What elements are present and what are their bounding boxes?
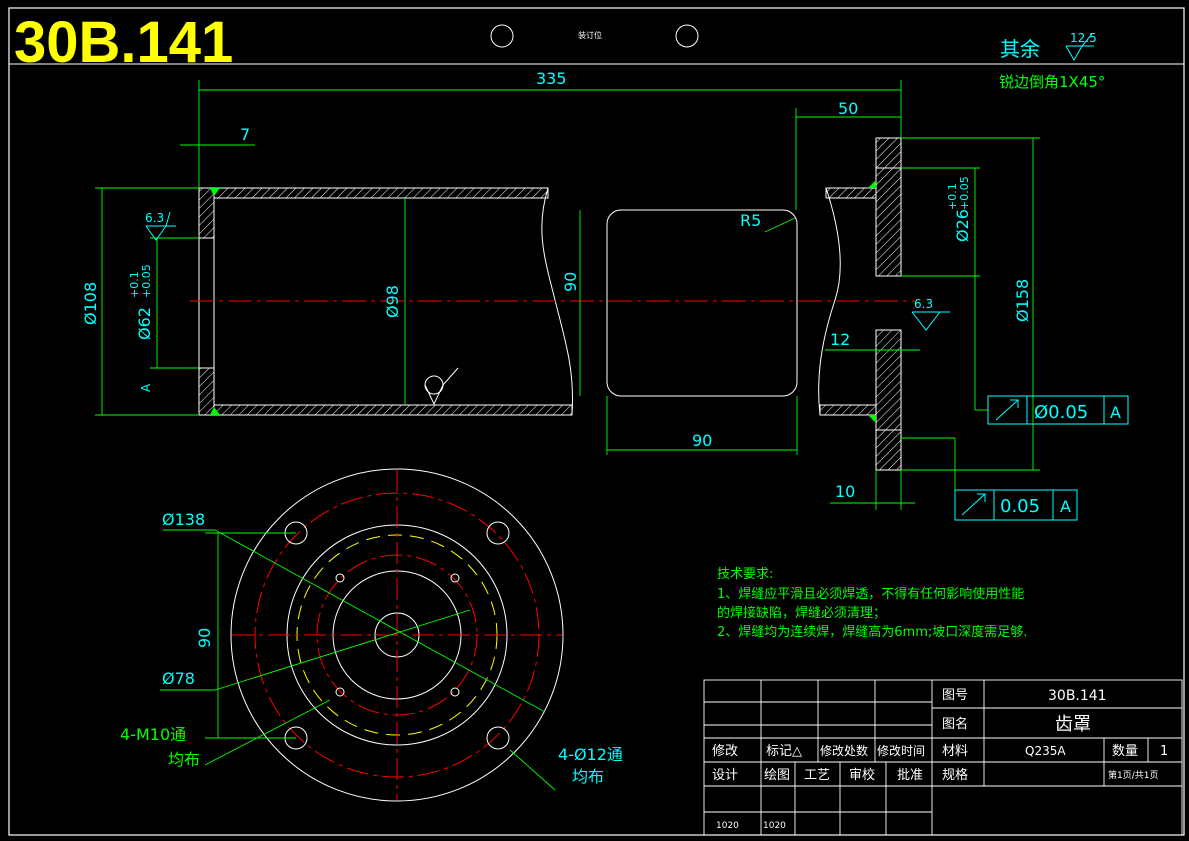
tb-sign-header-4: 审校 bbox=[849, 767, 875, 783]
tb-sign-header-3: 工艺 bbox=[804, 768, 830, 783]
tolerance-datum-2: A bbox=[1060, 497, 1071, 516]
chamfer-note: 锐边倒角1X45° bbox=[999, 73, 1105, 91]
tb-name-value: 齿罩 bbox=[1055, 714, 1091, 735]
tb-rev-header-1: 修改 bbox=[712, 744, 738, 759]
plan-dimensions bbox=[160, 529, 556, 791]
tb-drawing-no-label: 图号 bbox=[942, 688, 968, 703]
tb-rev-header-2: 标记△ bbox=[766, 744, 802, 759]
tb-qty-label: 数量 bbox=[1112, 744, 1138, 759]
roughness-right-value: 6.3 bbox=[914, 297, 933, 311]
plan-view bbox=[230, 468, 564, 802]
dim-flange-bore: Ø26 bbox=[953, 209, 972, 242]
roughness-left-value: 6.3 bbox=[145, 211, 164, 225]
tb-page-info: 第1页/共1页 bbox=[1108, 769, 1159, 781]
datum-a-mark: A bbox=[139, 383, 153, 392]
section-view bbox=[190, 137, 915, 471]
tapped-holes-note-2: 均布 bbox=[168, 750, 200, 769]
dim-window-height: 90 bbox=[561, 272, 580, 292]
runout-arrow-icon-2 bbox=[961, 493, 986, 516]
tech-requirements-line-1: 1、焊缝应平滑且必须焊透，不得有任何影响使用性能 bbox=[717, 586, 1024, 602]
tolerance-value-2: 0.05 bbox=[1000, 496, 1040, 517]
surface-finish-other-value: 12.5 bbox=[1070, 31, 1097, 45]
tb-drawing-no-value: 30B.141 bbox=[1048, 688, 1107, 704]
binding-hole-right bbox=[675, 24, 699, 48]
binding-label: 装订位 bbox=[578, 30, 602, 40]
tolerance-datum-1: A bbox=[1110, 403, 1121, 422]
roughness-right-icon bbox=[911, 311, 950, 331]
tb-sign-header-5: 批准 bbox=[897, 768, 923, 783]
tolerance-value-1: Ø0.05 bbox=[1034, 402, 1088, 423]
tb-spec-label: 规格 bbox=[942, 767, 968, 783]
dim-window-width: 90 bbox=[692, 431, 712, 450]
weld-symbol-leader-icon bbox=[424, 367, 459, 406]
dim-flange-offset: 50 bbox=[838, 99, 858, 118]
dim-flange-diameter: Ø158 bbox=[1013, 279, 1032, 322]
tolerance-frame-2: 0.05 A bbox=[954, 489, 1078, 521]
dim-flange-bore-tol-lower: +0.05 bbox=[958, 176, 971, 210]
tolerance-frame-1: Ø0.05 A bbox=[987, 395, 1129, 425]
dim-pcd-inner: Ø78 bbox=[162, 669, 195, 688]
tb-date-1: 1020 bbox=[716, 821, 739, 831]
tb-name-label: 图名 bbox=[942, 716, 968, 732]
dim-overall-length: 335 bbox=[536, 69, 567, 88]
tb-sign-header-2: 绘图 bbox=[764, 768, 790, 783]
dim-inner-diameter: Ø98 bbox=[383, 285, 402, 318]
dim-corner-radius: R5 bbox=[740, 211, 761, 230]
tb-qty-value: 1 bbox=[1160, 744, 1168, 759]
dim-outer-diameter: Ø108 bbox=[81, 282, 100, 325]
runout-arrow-icon bbox=[995, 399, 1019, 421]
tb-material-value: Q235A bbox=[1025, 744, 1066, 758]
tb-rev-header-4: 修改时间 bbox=[877, 743, 925, 758]
dim-pcd-outer: Ø138 bbox=[162, 510, 205, 529]
dim-wall-thickness: 7 bbox=[240, 125, 250, 144]
dim-bore-diameter: Ø62 bbox=[135, 307, 154, 340]
tapped-holes-note-1: 4-M10通 bbox=[120, 725, 186, 744]
dim-plan-spacing: 90 bbox=[195, 628, 214, 648]
tb-date-2: 1020 bbox=[763, 821, 786, 831]
tech-requirements-line-3: 2、焊缝均为连续焊，焊缝高为6mm;坡口深度需足够. bbox=[717, 624, 1027, 640]
tb-sign-header-1: 设计 bbox=[712, 768, 738, 783]
tech-requirements-title: 技术要求: bbox=[717, 567, 773, 582]
tb-material-label: 材料 bbox=[942, 744, 968, 759]
dim-bore-tol-lower: +0.05 bbox=[140, 264, 153, 298]
surface-finish-other-label: 其余 bbox=[1000, 37, 1040, 61]
dim-flange-thickness: 10 bbox=[835, 482, 855, 501]
tb-rev-header-3: 修改处数 bbox=[820, 743, 868, 758]
through-holes-note-2: 均布 bbox=[572, 767, 604, 786]
drawing-number-title: 30B.141 bbox=[14, 10, 233, 75]
binding-hole-left bbox=[490, 24, 514, 48]
drawing-border bbox=[8, 7, 1185, 836]
tech-requirements-line-2: 的焊接缺陷，焊缝必须清理； bbox=[717, 605, 886, 621]
dim-flange-step: 12 bbox=[830, 330, 850, 349]
cad-drawing-sheet: 30B.141 装订位 其余 12.5 锐边倒角1X45° 335 50 7 Ø… bbox=[8, 7, 1185, 836]
through-holes-note-1: 4-Ø12通 bbox=[558, 745, 623, 764]
